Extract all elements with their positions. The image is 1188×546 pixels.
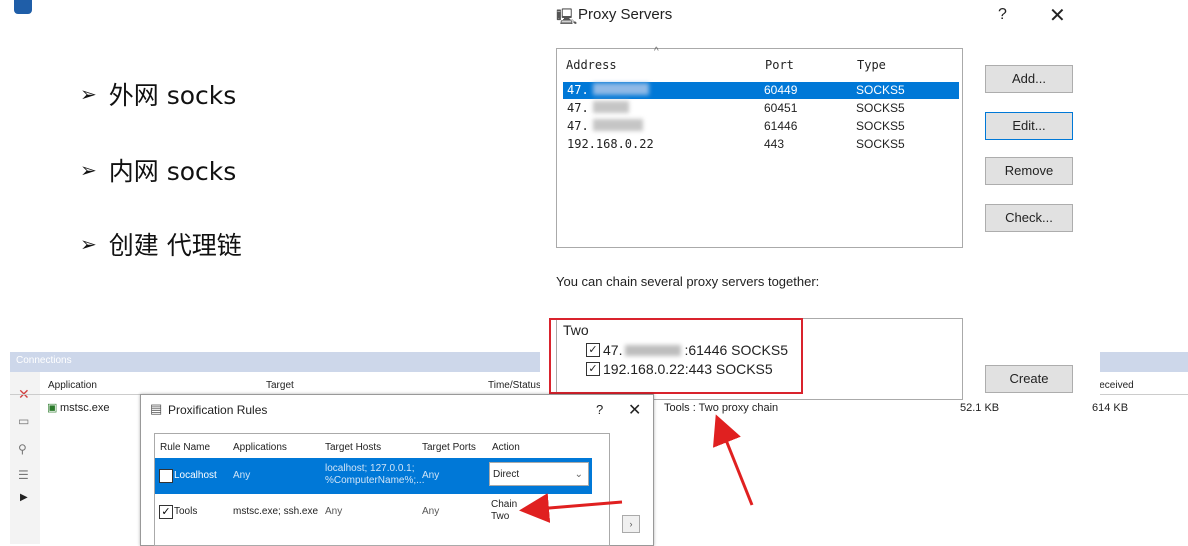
row-address: 47. — [567, 119, 589, 133]
row-port: 61446 — [764, 119, 798, 133]
connections-toolbar: ✕ ▭ ⚲ ☰ ▶ — [10, 372, 40, 544]
bullet-text: 内网 socks — [108, 157, 237, 186]
create-button[interactable]: Create — [985, 365, 1073, 393]
col-address[interactable]: Address — [566, 58, 617, 72]
rule-ports: Any — [422, 470, 440, 481]
rule-name: Tools — [174, 506, 198, 517]
rule-action-line2: Two — [491, 511, 510, 522]
col-time-status[interactable]: Time/Status — [488, 380, 541, 391]
rule-action-line1: Chain — [491, 499, 518, 510]
chain-highlight-box — [549, 318, 803, 394]
scroll-right-icon[interactable]: › — [622, 515, 640, 533]
edit-button[interactable]: Edit... — [985, 112, 1073, 140]
bullet-arrow-icon: ➢ — [80, 232, 97, 256]
remove-button[interactable]: Remove — [985, 157, 1073, 185]
log-icon[interactable]: ▭ — [18, 414, 29, 428]
redacted-address — [593, 83, 649, 95]
checkbox-checked-icon[interactable]: ✓ — [159, 469, 173, 483]
action-dropdown[interactable]: Direct ⌄ — [489, 462, 589, 486]
conn-application[interactable]: mstsc.exe — [60, 402, 110, 414]
checkbox-checked-icon[interactable]: ✓ — [159, 505, 173, 519]
dialog-title: Proxy Servers — [578, 6, 673, 23]
conn-received: 614 KB — [1092, 402, 1129, 414]
col-target-hosts[interactable]: Target Hosts — [325, 442, 381, 453]
proxy-row[interactable]: 192.168.0.22 443 SOCKS5 — [563, 136, 959, 153]
rules-icon: ▤ — [150, 401, 163, 416]
bullet-arrow-icon: ➢ — [80, 82, 97, 106]
help-icon[interactable]: ? — [596, 402, 603, 417]
proxy-row[interactable]: 47. 60451 SOCKS5 — [563, 100, 959, 117]
rule-ports: Any — [422, 506, 440, 517]
action-value: Direct — [493, 469, 520, 480]
proxy-row[interactable]: 47. 61446 SOCKS5 — [563, 118, 959, 135]
row-address: 192.168.0.22 — [567, 137, 654, 151]
chevron-down-icon: ⌄ — [574, 469, 583, 480]
row-port: 60451 — [764, 101, 798, 115]
rule-hosts-line2: %ComputerName%;... — [325, 475, 425, 486]
bullet-create-chain: ➢ 创建 代理链 — [80, 226, 242, 262]
rule-hosts-line1: localhost; 127.0.0.1; — [325, 463, 415, 474]
col-applications[interactable]: Applications — [233, 442, 287, 453]
sort-caret-icon: ^ — [654, 46, 659, 57]
row-type: SOCKS5 — [856, 137, 905, 151]
col-type[interactable]: Type — [857, 58, 886, 72]
conn-rule: Tools : Two proxy chain — [664, 402, 779, 414]
rule-row[interactable]: ✓ Tools mstsc.exe; ssh.exe Any Any Chain… — [155, 494, 592, 530]
row-port: 443 — [764, 137, 785, 151]
row-type: SOCKS5 — [856, 101, 905, 115]
bullet-internal-socks: ➢ 内网 socks — [80, 152, 236, 188]
col-port[interactable]: Port — [765, 58, 794, 72]
expand-icon[interactable]: ▶ — [20, 492, 28, 503]
rule-apps: mstsc.exe; ssh.exe — [233, 506, 319, 517]
bullet-text: 创建 代理链 — [108, 231, 242, 260]
rules-dialog-title: Proxification Rules — [168, 403, 268, 417]
row-type: SOCKS5 — [856, 83, 905, 97]
rule-name: Localhost — [174, 470, 217, 481]
conn-sent: 52.1 KB — [960, 402, 1000, 414]
close-icon[interactable]: ✕ — [1049, 3, 1066, 28]
rule-apps: Any — [233, 470, 251, 481]
check-button[interactable]: Check... — [985, 204, 1073, 232]
rule-row[interactable]: ✓ Localhost Any localhost; 127.0.0.1; %C… — [155, 458, 592, 494]
col-target-ports[interactable]: Target Ports — [422, 442, 476, 453]
slide-badge — [14, 0, 32, 14]
row-type: SOCKS5 — [856, 119, 905, 133]
redacted-address — [593, 101, 629, 113]
server-icon: 🖳 — [556, 9, 578, 26]
col-application[interactable]: Application — [48, 380, 97, 391]
app-icon: ▣ — [47, 402, 58, 414]
bullet-external-socks: ➢ 外网 socks — [80, 76, 236, 112]
help-icon[interactable]: ? — [998, 6, 1007, 24]
row-port: 60449 — [764, 83, 798, 97]
search-icon[interactable]: ⚲ — [18, 442, 27, 456]
proxy-row[interactable]: 47. 60449 SOCKS5 — [563, 82, 959, 99]
row-address: 47. — [567, 83, 589, 97]
close-icon[interactable]: ✕ — [628, 400, 641, 420]
bullet-arrow-icon: ➢ — [80, 158, 97, 182]
redacted-address — [593, 119, 643, 131]
col-action[interactable]: Action — [492, 442, 520, 453]
rule-hosts: Any — [325, 506, 343, 517]
col-target[interactable]: Target — [266, 380, 294, 391]
add-button[interactable]: Add... — [985, 65, 1073, 93]
bullet-text: 外网 socks — [108, 81, 237, 110]
connections-title: Connections — [16, 355, 72, 366]
chain-caption: You can chain several proxy servers toge… — [556, 274, 820, 289]
col-rule-name[interactable]: Rule Name — [160, 442, 210, 453]
list-icon[interactable]: ☰ — [18, 468, 29, 482]
row-address: 47. — [567, 101, 589, 115]
